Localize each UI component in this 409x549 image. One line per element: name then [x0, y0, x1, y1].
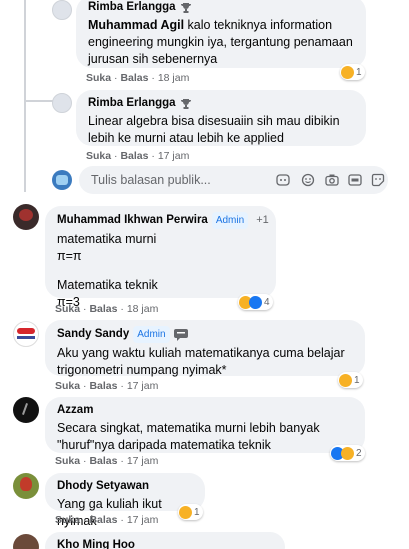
comment-text: Aku yang waktu kuliah matematikanya cuma…	[57, 346, 345, 377]
timestamp[interactable]: 17 jam	[158, 150, 190, 162]
emoji-icon[interactable]	[301, 173, 315, 187]
timestamp[interactable]: 17 jam	[127, 514, 159, 526]
avatar[interactable]	[13, 473, 39, 499]
mention-link[interactable]: Muhammad Agil	[88, 18, 184, 32]
like-button[interactable]: Suka	[55, 514, 80, 526]
care-icon	[341, 446, 354, 460]
comment-bubble: Azzam Secara singkat, matematika murni l…	[45, 397, 365, 453]
commenter-name[interactable]: Dhody Setyawan	[57, 479, 149, 494]
comment-meta: Suka · Balas · 17 jam	[86, 150, 190, 162]
reaction-summary[interactable]: 1	[338, 372, 363, 388]
reply-button[interactable]: Balas	[89, 380, 117, 392]
trophy-icon	[180, 98, 191, 109]
avatar[interactable]	[13, 397, 39, 423]
thread-branch	[24, 100, 54, 102]
camera-icon[interactable]	[325, 173, 339, 187]
comment-meta: Suka · Balas · 18 jam	[86, 72, 190, 84]
reply-button[interactable]: Balas	[89, 455, 117, 467]
badge-count: +1	[256, 214, 269, 226]
reaction-count: 1	[194, 506, 200, 518]
reaction-count: 1	[356, 66, 362, 78]
sticker-icon[interactable]	[371, 173, 385, 187]
reaction-summary[interactable]: 4	[238, 294, 273, 310]
reply-button[interactable]: Balas	[89, 514, 117, 526]
like-button[interactable]: Suka	[55, 303, 80, 315]
reply-placeholder: Tulis balasan publik...	[91, 173, 211, 187]
badge-icon	[173, 328, 188, 341]
avatar[interactable]	[13, 534, 39, 549]
reply-bubble: Rimba Erlangga Linear algebra bisa dises…	[76, 90, 366, 146]
comment-text: Linear algebra bisa disesuaiin sih mau d…	[88, 114, 340, 145]
avatar[interactable]	[13, 204, 39, 230]
admin-badge: Admin	[211, 212, 249, 229]
comment-bubble: Kho Ming Hoo	[45, 532, 285, 549]
reaction-count: 1	[354, 374, 360, 386]
comment-meta: Suka · Balas · 17 jam	[55, 380, 159, 392]
comment-line: π=π	[57, 249, 82, 263]
like-button[interactable]: Suka	[55, 455, 80, 467]
timestamp[interactable]: 17 jam	[127, 455, 159, 467]
avatar[interactable]	[52, 0, 72, 20]
thread-line	[24, 0, 26, 192]
reaction-count: 4	[264, 296, 270, 308]
commenter-name[interactable]: Rimba Erlangga	[88, 0, 176, 15]
sad-icon	[339, 373, 352, 387]
like-button[interactable]: Suka	[86, 150, 111, 162]
comment-meta: Suka · Balas · 17 jam	[55, 455, 159, 467]
reply-button[interactable]: Balas	[89, 303, 117, 315]
timestamp[interactable]: 18 jam	[158, 72, 190, 84]
commenter-name[interactable]: Kho Ming Hoo	[57, 538, 135, 549]
comment-line: matematika murni	[57, 232, 157, 246]
timestamp[interactable]: 17 jam	[127, 380, 159, 392]
reply-button[interactable]: Balas	[120, 72, 148, 84]
avatar[interactable]	[13, 321, 39, 347]
reaction-summary[interactable]: 2	[330, 445, 365, 461]
reply-input[interactable]: Tulis balasan publik...	[79, 166, 388, 194]
wow-icon	[341, 65, 354, 79]
comment-text: Secara singkat, matematika murni lebih b…	[57, 421, 320, 452]
comment-bubble: Sandy Sandy Admin Aku yang waktu kuliah …	[45, 320, 365, 377]
haha-icon	[179, 505, 192, 519]
avatar[interactable]	[52, 93, 72, 113]
commenter-name[interactable]: Azzam	[57, 403, 93, 418]
comment-meta: Suka · Balas · 18 jam	[55, 303, 159, 315]
comment-bubble: Muhammad Ikhwan Perwira Admin +1 matemat…	[45, 206, 276, 309]
reply-button[interactable]: Balas	[120, 150, 148, 162]
trophy-icon	[180, 2, 191, 13]
commenter-name[interactable]: Sandy Sandy	[57, 327, 129, 342]
reaction-count: 2	[356, 447, 362, 459]
reaction-summary[interactable]: 1	[340, 64, 365, 80]
current-user-avatar	[52, 170, 72, 190]
like-button[interactable]: Suka	[86, 72, 111, 84]
admin-badge: Admin	[133, 326, 170, 343]
reply-bubble: Rimba Erlangga Muhammad Agil kalo teknik…	[76, 0, 366, 68]
like-icon	[249, 295, 262, 309]
commenter-name[interactable]: Rimba Erlangga	[88, 96, 176, 111]
reaction-summary[interactable]: 1	[178, 504, 203, 520]
comment-line: Matematika teknik	[57, 278, 158, 292]
gif-icon[interactable]	[348, 173, 362, 187]
timestamp[interactable]: 18 jam	[127, 303, 159, 315]
avatar-sticker-icon[interactable]	[276, 173, 290, 187]
like-button[interactable]: Suka	[55, 380, 80, 392]
commenter-name[interactable]: Muhammad Ikhwan Perwira	[57, 213, 208, 228]
comment-meta: Suka · Balas · 17 jam	[55, 514, 159, 526]
